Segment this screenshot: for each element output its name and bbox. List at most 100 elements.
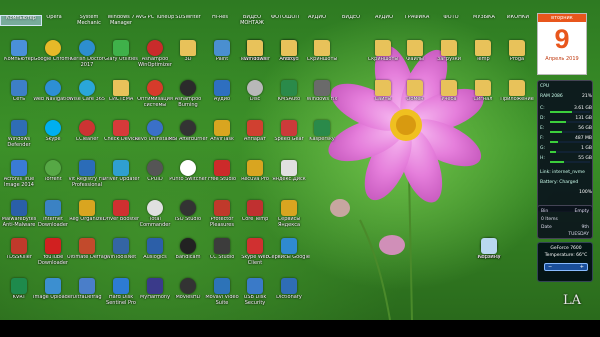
folder-icon — [375, 80, 391, 96]
desktop-icon[interactable]: Файлы — [398, 40, 432, 74]
desktop-icon[interactable]: Web Navigation — [33, 80, 73, 114]
desktop-icon[interactable]: Core Temp — [238, 200, 272, 234]
cpu-row: CPU — [540, 83, 592, 91]
ram-label: RAM 2086 — [540, 94, 563, 99]
desktop-icon[interactable]: MoviesHD — [171, 278, 205, 312]
gpu-temp-label: Temperature: — [544, 253, 575, 258]
ashampoo-icon — [147, 40, 163, 56]
desktop-icon[interactable]: Glary Utilities — [104, 40, 138, 74]
desktop-icon[interactable]: Temp — [466, 40, 500, 74]
auslogics-icon — [147, 238, 163, 254]
desktop-icon[interactable]: Reg Organizer — [69, 200, 105, 234]
wisecare-icon — [79, 80, 95, 96]
desktop-icon[interactable]: Recuva Pro — [238, 160, 272, 194]
desktop-icon[interactable]: Сервисы Яндекса — [272, 200, 306, 234]
desktop-icon[interactable]: Acronis True Image 2014 — [2, 160, 36, 194]
desktop-icon[interactable]: Malwarebytes Anti-Malware — [2, 200, 36, 234]
wintools-icon — [113, 238, 129, 254]
folder-icon — [113, 80, 129, 96]
desktop-icon[interactable]: Корзина — [472, 238, 506, 272]
desktop-icon[interactable]: WinToolsNet — [104, 238, 138, 272]
desktop-icon[interactable]: Сеть — [2, 80, 36, 114]
desktop-icon[interactable]: Image Uploader — [33, 278, 73, 312]
desktop-icon[interactable]: Bandicam — [171, 238, 205, 272]
desktop-wallpaper: Компьютер Opera System Mechanic Windows 7 M… — [0, 0, 600, 320]
slider-plus-icon[interactable]: + — [580, 264, 584, 271]
desktop-icon[interactable]: 3D — [171, 40, 205, 74]
desktop-icon[interactable]: Disc — [238, 80, 272, 114]
ccstudio-icon — [214, 238, 230, 254]
top-row-label[interactable]: ИКОНКИ — [497, 15, 539, 26]
drive-usage-bar — [550, 141, 590, 143]
desktop-icon[interactable]: KVRT — [2, 278, 36, 312]
bandicam-icon — [180, 238, 196, 254]
bin-value: Empty — [574, 209, 589, 214]
desktop-icon[interactable]: Обмен — [398, 80, 432, 114]
driver-icon — [113, 160, 129, 176]
desktop-icon[interactable]: Punto Switcher — [169, 160, 207, 194]
day-value: TUESDAY — [568, 232, 589, 237]
bin-items: 0 Items — [541, 217, 558, 222]
kvrt-icon — [11, 278, 27, 294]
desktop-icon[interactable]: Wise Care 365 — [69, 80, 105, 114]
desktop-icon[interactable]: TDSSKiller — [2, 238, 36, 272]
skypeweb-icon — [247, 238, 263, 254]
desktop-icon[interactable]: Аппарат — [238, 120, 272, 154]
calendar-gadget[interactable]: вторник 9 Апрель 2019 — [537, 13, 587, 75]
desktop-icon[interactable]: Windows — [238, 40, 272, 74]
desktop-icon[interactable]: CCleaner — [70, 120, 104, 154]
folder-icon — [407, 80, 423, 96]
folder-icon — [509, 80, 525, 96]
desktop-icon[interactable]: UltraDefrag — [70, 278, 104, 312]
drive-usage-bar — [550, 121, 590, 123]
desktop-icon[interactable]: YouTube Downloader — [36, 238, 70, 272]
slider-minus-icon[interactable]: − — [548, 264, 552, 271]
desktop-icon[interactable]: Ultimate Defrag — [67, 238, 107, 272]
desktop-icon[interactable]: Загрузки — [432, 40, 466, 74]
desktop-icon[interactable]: Компьютер — [2, 40, 36, 74]
desktop-icon[interactable]: Приложение — [500, 80, 534, 114]
desktop-icon[interactable]: Hard Disk Sentinel Pro — [104, 278, 138, 312]
desktop-icon[interactable]: Скриншоты — [305, 40, 339, 74]
download-icon — [45, 200, 61, 216]
desktop-icon[interactable]: Driver Booster — [103, 200, 139, 234]
desktop-icon[interactable]: Internet Downloader — [36, 200, 70, 234]
cpuid-icon — [147, 160, 163, 176]
gpu-temperature-gadget[interactable]: GeForce 7600 Temperature: 66°C − + — [537, 242, 593, 282]
desktop-icon[interactable]: Сервисы Google — [268, 238, 310, 272]
tdsskiller-icon — [11, 238, 27, 254]
desktop-icon[interactable]: Windows Defender — [2, 120, 36, 154]
desktop-icon[interactable]: USB Disk Security — [238, 278, 272, 312]
gpu-slider[interactable]: − + — [544, 263, 588, 271]
desktop-icon[interactable]: MSI Afterburner — [168, 120, 208, 154]
date-label: Date — [541, 225, 552, 230]
desktop-icon[interactable]: Сигнал — [466, 80, 500, 114]
desktop-icon[interactable]: Skype Web Client — [238, 238, 272, 272]
desktop-icon[interactable]: Kerish Doctor 2017 — [70, 40, 104, 74]
revo-icon — [147, 120, 163, 136]
desktop-icon[interactable]: ISO Studio — [171, 200, 205, 234]
desktop-icon[interactable]: Dictionary — [272, 278, 306, 312]
desktop-icon[interactable]: Driver Updater — [102, 160, 140, 194]
desktop-icon-label: Proga — [509, 57, 525, 62]
drive-row: H: 55 GB — [540, 155, 592, 163]
desktop-icon[interactable]: Torrent — [36, 160, 70, 194]
desktop-icon[interactable]: Google Chrome — [34, 40, 72, 74]
desktop-icon[interactable]: Skype — [36, 120, 70, 154]
desktop-icon[interactable]: Windows Fix — [305, 80, 339, 114]
la-logo: LA — [563, 293, 582, 308]
desktop-icon[interactable]: Proga — [500, 40, 534, 74]
system-meter-gadget[interactable]: CPU RAM 2086 21% C: 3.61 GB D: 131 GB E: 56 G… — [537, 80, 593, 212]
anvir-icon — [214, 120, 230, 136]
movavi-icon — [214, 278, 230, 294]
desktop-icon[interactable]: Vit Registry Fix Professional — [68, 160, 106, 194]
recycle-bin-gadget[interactable]: Bin Empty 0 Items Date 9th TUESDAY — [537, 205, 593, 239]
optimize-icon — [147, 80, 163, 96]
desktop-icon[interactable]: Учеба — [432, 80, 466, 114]
desktop-icon[interactable]: Check Device — [104, 120, 138, 154]
desktop-icon[interactable]: Kaspersky — [305, 120, 339, 154]
skype-icon — [45, 120, 61, 136]
desktop-icon[interactable]: Яндекс.Диск — [272, 160, 306, 194]
desktop-icon[interactable]: СИСТЕМА — [104, 80, 138, 114]
desktop-icon[interactable]: Ashampoo Burning — [171, 80, 205, 114]
